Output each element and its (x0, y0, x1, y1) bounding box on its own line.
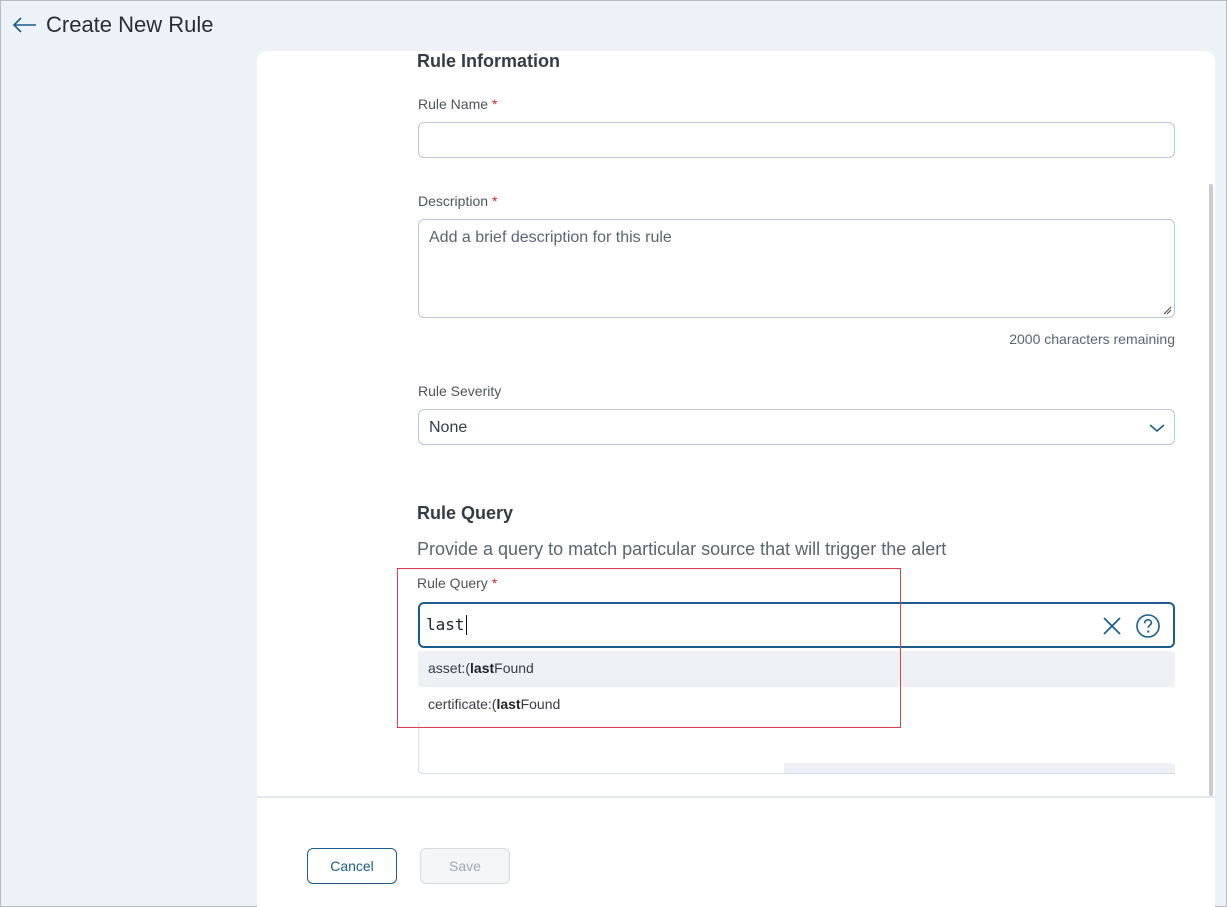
back-arrow-icon[interactable] (12, 13, 38, 37)
rule-query-input[interactable]: last (418, 602, 1175, 648)
section-heading-rule-query: Rule Query (417, 503, 514, 523)
resize-grip-icon[interactable] (1162, 305, 1172, 315)
chevron-down-icon (1149, 424, 1165, 433)
suggestion-suffix: Found (520, 696, 561, 712)
description-textarea[interactable]: Add a brief description for this rule (418, 219, 1175, 318)
required-marker: * (492, 193, 498, 209)
severity-label: Rule Severity (418, 383, 502, 399)
suggestion-prefix: asset:( (428, 660, 471, 676)
rule-query-label-text: Rule Query (417, 575, 488, 591)
page-title: Create New Rule (46, 12, 214, 37)
suggestion-item[interactable]: certificate:(lastFound (418, 687, 1175, 723)
rule-name-label: Rule Name * (418, 96, 497, 112)
clear-icon[interactable] (1101, 615, 1123, 637)
suggestion-match: last (496, 696, 521, 712)
cancel-button[interactable]: Cancel (307, 848, 397, 884)
suggestion-prefix: certificate:( (428, 696, 497, 712)
help-icon[interactable] (1135, 613, 1161, 639)
query-suggestions-dropdown: asset:(lastFound certificate:(lastFound (418, 651, 1175, 774)
severity-value: None (429, 419, 468, 436)
rule-query-value: last (426, 615, 467, 635)
chars-remaining: 2000 characters remaining (1009, 331, 1175, 347)
footer-divider (257, 796, 1215, 798)
rule-query-subtext: Provide a query to match particular sour… (417, 539, 947, 559)
save-button[interactable]: Save (420, 848, 510, 884)
dropdown-bottom-strip (784, 763, 1175, 773)
vertical-scrollbar[interactable] (1209, 184, 1213, 796)
suggestion-item[interactable]: asset:(lastFound (418, 651, 1175, 687)
rule-form-card: Rule Information Rule Name * Description *… (257, 51, 1215, 907)
rule-name-label-text: Rule Name (418, 96, 489, 112)
suggestion-suffix: Found (494, 660, 534, 676)
description-label: Description * (418, 193, 497, 209)
required-marker: * (492, 96, 498, 112)
rule-name-input[interactable] (418, 122, 1175, 158)
page-header: Create New Rule (1, 1, 1226, 51)
severity-select[interactable]: None (418, 409, 1175, 445)
description-label-text: Description (418, 193, 489, 209)
section-heading-rule-information: Rule Information (417, 51, 560, 71)
form-scroll-area: Rule Information Rule Name * Description *… (257, 51, 1215, 796)
rule-query-label: Rule Query * (417, 575, 497, 591)
required-marker: * (491, 575, 498, 591)
suggestion-match: last (470, 660, 495, 676)
description-placeholder: Add a brief description for this rule (429, 229, 672, 246)
